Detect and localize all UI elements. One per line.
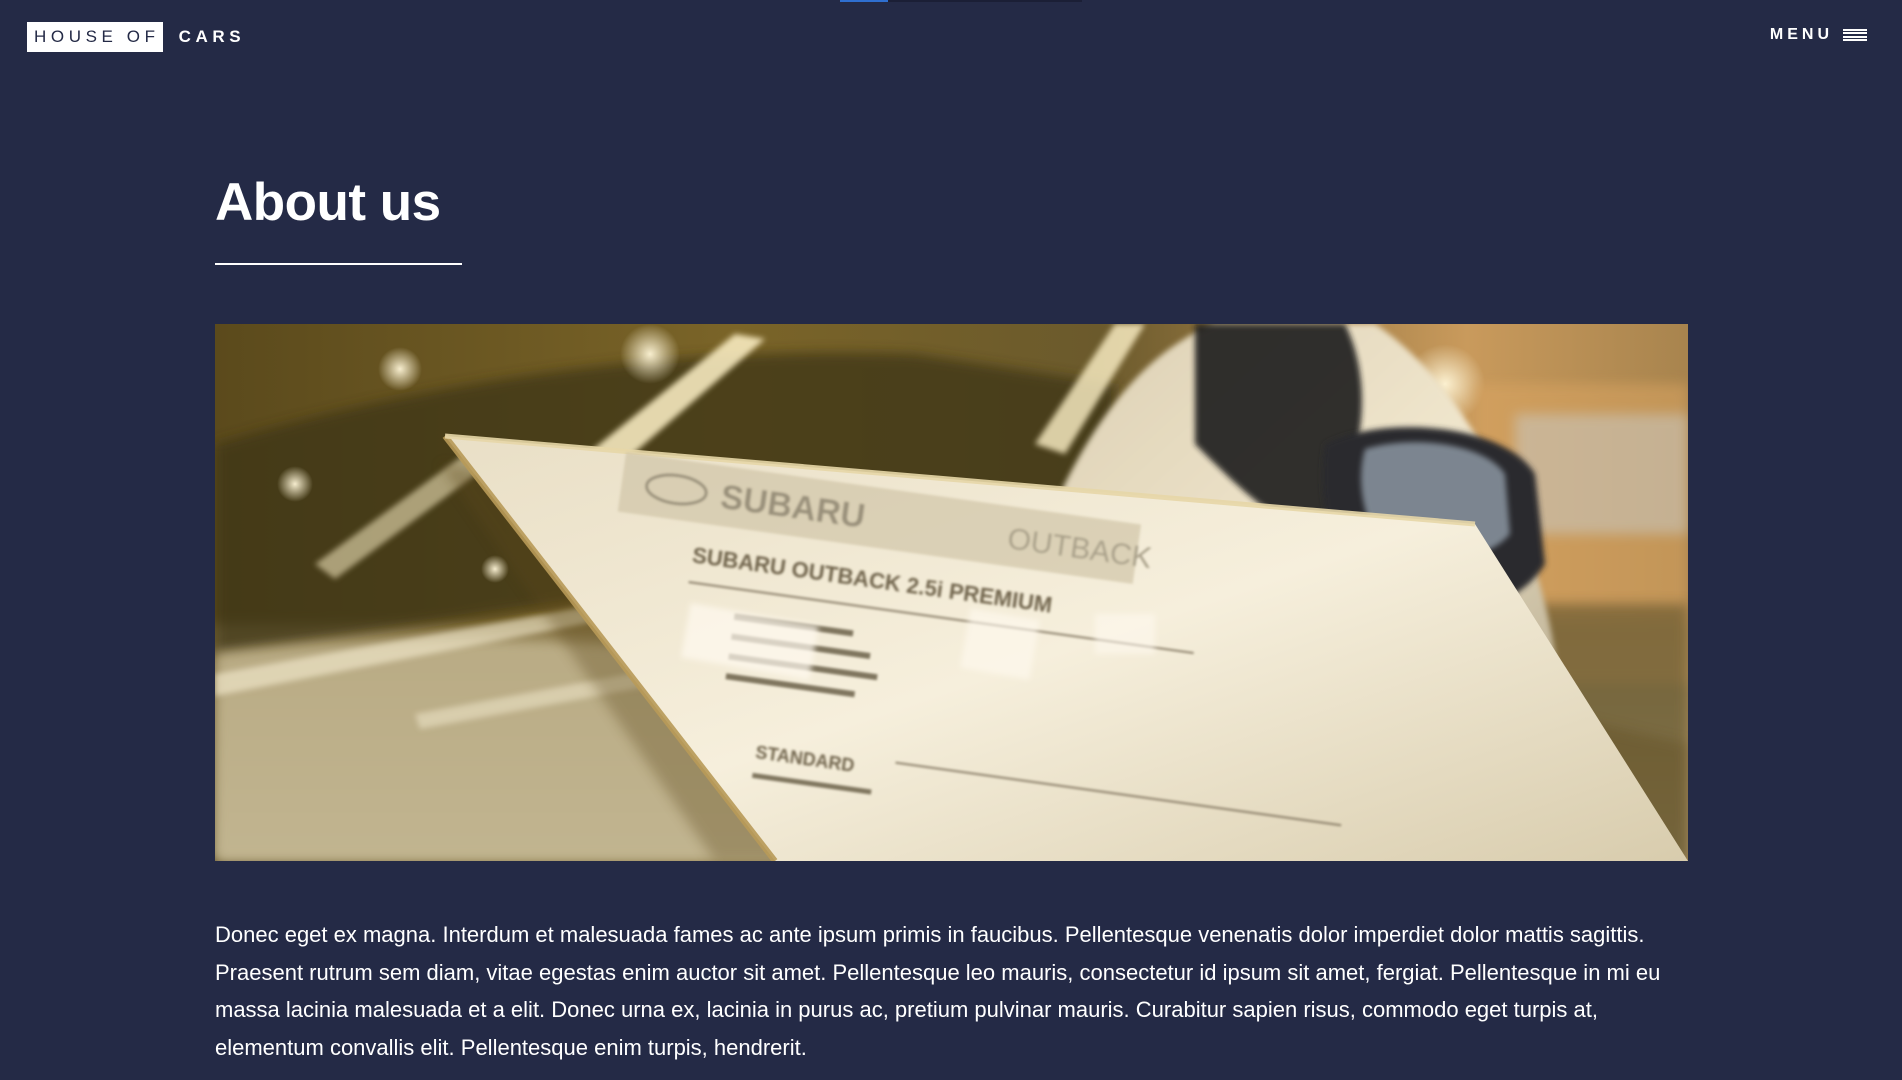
logo-plain-text: CARS [178, 27, 246, 46]
about-paragraph: Donec eget ex magna. Interdum et malesua… [215, 922, 1661, 1060]
page: HOUSE OF CARS MENU About us SUBARU OUTBA… [0, 0, 1902, 1080]
scroll-progress-bar [840, 0, 1082, 2]
showroom-photo: SUBARU OUTBACK SUBARU OUTBACK 2.5i PREMI… [215, 324, 1688, 861]
page-title: About us [215, 173, 441, 232]
hamburger-icon [1843, 29, 1867, 41]
site-logo[interactable]: HOUSE OF CARS [27, 22, 245, 52]
menu-button[interactable]: MENU [1770, 26, 1867, 44]
menu-label: MENU [1769, 26, 1833, 43]
scroll-progress-fill [840, 0, 889, 2]
title-underline [215, 263, 462, 265]
logo-boxed-text: HOUSE OF [27, 22, 163, 52]
hero-image: SUBARU OUTBACK SUBARU OUTBACK 2.5i PREMI… [215, 324, 1688, 861]
